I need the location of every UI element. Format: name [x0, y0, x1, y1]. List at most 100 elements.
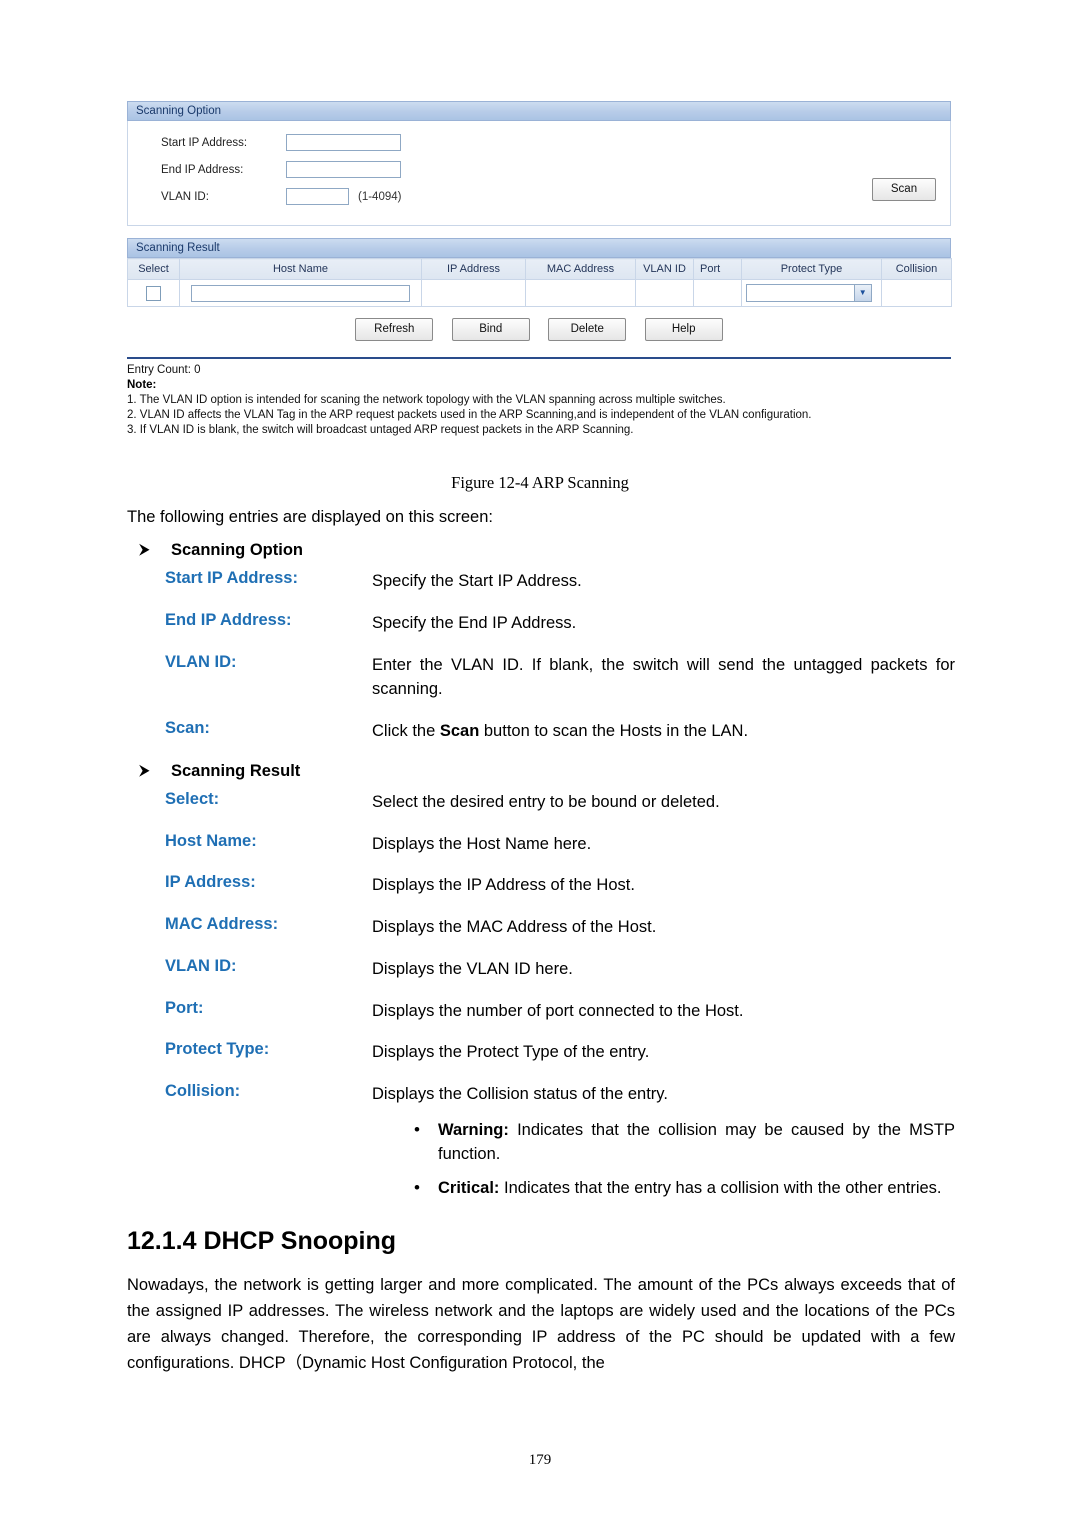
action-button-row: Refresh Bind Delete Help: [127, 318, 951, 341]
sub-bullet-warning-label: Warning:: [438, 1120, 509, 1139]
document-body: The following entries are displayed on t…: [127, 508, 955, 1376]
group-heading-label: Scanning Option: [171, 541, 303, 559]
label-end-ip: End IP Address:: [161, 164, 244, 176]
ui-screenshot: Scanning Option Start IP Address: End IP…: [127, 101, 952, 436]
note-line-3: 3. If VLAN ID is blank, the switch will …: [127, 424, 634, 436]
desc-host-name: Displays the Host Name here.: [372, 834, 592, 853]
sub-bullet-critical-label: Critical:: [438, 1178, 500, 1197]
def-end-ip: End IP Address: Specify the End IP Addre…: [127, 611, 955, 636]
term-protect-type: Protect Type:: [165, 1040, 270, 1059]
section-heading: 12.1.4 DHCP Snooping: [127, 1226, 397, 1255]
def-collision: Collision: Displays the Collision status…: [127, 1082, 955, 1107]
def-host-name: Host Name: Displays the Host Name here.: [127, 832, 955, 857]
intro-text: The following entries are displayed on t…: [127, 508, 493, 526]
term-mac-address: MAC Address:: [165, 915, 279, 933]
scan-button[interactable]: Scan: [872, 178, 936, 201]
desc-collision: Displays the Collision status of the ent…: [372, 1085, 668, 1103]
bullet-dot-icon-2: •: [414, 1177, 420, 1197]
desc-port: Displays the number of port connected to…: [372, 1001, 744, 1020]
def-protect-type: Protect Type: Displays the Protect Type …: [127, 1040, 955, 1065]
col-host-name: Host Name: [179, 258, 422, 280]
term-port: Port:: [165, 998, 204, 1017]
note-title: Note:: [127, 379, 157, 391]
scanning-result-table: Select Host Name IP Address MAC Address …: [127, 258, 952, 307]
def-start-ip: Start IP Address: Specify the Start IP A…: [127, 569, 955, 594]
vlan-range-hint: (1-4094): [358, 191, 402, 203]
col-ip-address: IP Address: [421, 258, 526, 280]
term-collision: Collision:: [165, 1082, 241, 1100]
bind-button[interactable]: Bind: [451, 318, 530, 341]
host-name-input[interactable]: [190, 284, 410, 302]
term-select: Select:: [165, 789, 220, 808]
cell-vlan-id: [635, 279, 694, 307]
scanning-result-panel: Scanning Result Select Host Name IP Addr…: [127, 238, 952, 436]
cell-protect-type: ▼: [741, 279, 882, 307]
label-vlan-id: VLAN ID:: [161, 191, 209, 203]
sub-bullet-critical-text: Indicates that the entry has a collision…: [499, 1178, 942, 1197]
desc-end-ip: Specify the End IP Address.: [372, 613, 577, 632]
cell-ip-address: [421, 279, 526, 307]
col-collision: Collision: [881, 258, 952, 280]
vlan-id-input[interactable]: [286, 188, 349, 205]
scanning-result-title: Scanning Result: [127, 238, 951, 258]
collision-sub-bullets: • Warning: Indicates that the collision m…: [410, 1119, 955, 1201]
desc-select: Select the desired entry to be bound or …: [372, 792, 720, 811]
desc-scan-post: button to scan the Hosts in the LAN.: [479, 722, 749, 740]
def-vlan-id-result: VLAN ID: Displays the VLAN ID here.: [127, 957, 955, 982]
desc-vlan-id-option: Enter the VLAN ID. If blank, the switch …: [372, 655, 955, 699]
table-header-row: Select Host Name IP Address MAC Address …: [127, 258, 952, 280]
desc-protect-type: Displays the Protect Type of the entry.: [372, 1043, 650, 1062]
scanning-option-title: Scanning Option: [127, 101, 951, 121]
cell-host-name: [179, 279, 422, 307]
label-start-ip: Start IP Address:: [161, 137, 248, 149]
col-protect-type: Protect Type: [741, 258, 882, 280]
desc-scan-bold: Scan: [439, 722, 480, 740]
desc-vlan-id-result: Displays the VLAN ID here.: [372, 959, 573, 978]
protect-type-select[interactable]: ▼: [746, 284, 872, 302]
refresh-button[interactable]: Refresh: [355, 318, 434, 341]
page-number: 179: [528, 1452, 552, 1468]
sub-bullet-warning: • Warning: Indicates that the collision m…: [410, 1119, 955, 1167]
end-ip-input[interactable]: [286, 161, 401, 178]
def-select: Select: Select the desired entry to be b…: [127, 790, 955, 815]
note-line-1: 1. The VLAN ID option is intended for sc…: [127, 394, 726, 406]
desc-start-ip: Specify the Start IP Address.: [372, 572, 582, 590]
col-vlan-id: VLAN ID: [635, 258, 694, 280]
cell-mac-address: [525, 279, 636, 307]
col-port: Port: [693, 258, 742, 280]
row-checkbox[interactable]: [146, 285, 161, 301]
def-ip-address: IP Address: Displays the IP Address of t…: [127, 873, 955, 898]
sub-bullet-warning-text: Indicates that the collision may be caus…: [438, 1120, 955, 1163]
start-ip-input[interactable]: [286, 134, 401, 151]
arrow-bullet-icon: ⮞: [139, 541, 150, 558]
desc-mac-address: Displays the MAC Address of the Host.: [372, 918, 657, 936]
chevron-down-icon: ▼: [853, 285, 871, 301]
section-divider: [127, 357, 951, 359]
arrow-bullet-icon-2: ⮞: [139, 761, 150, 779]
term-host-name: Host Name:: [165, 831, 257, 850]
figure-caption: Figure 12-4 ARP Scanning: [451, 473, 629, 492]
desc-ip-address: Displays the IP Address of the Host.: [372, 876, 635, 895]
group-heading-scanning-option: ⮞ Scanning Option: [139, 541, 955, 560]
help-button[interactable]: Help: [644, 318, 723, 341]
cell-collision: [881, 279, 952, 307]
desc-scan-pre: Click the: [372, 722, 440, 740]
scanning-option-body: Start IP Address: End IP Address: VLAN I…: [127, 121, 951, 226]
group-heading-label-2: Scanning Result: [171, 761, 301, 780]
bullet-dot-icon: •: [414, 1119, 420, 1139]
def-mac-address: MAC Address: Displays the MAC Address of…: [127, 915, 955, 940]
entry-count: Entry Count: 0: [127, 364, 201, 376]
group-heading-scanning-result: ⮞ Scanning Result: [139, 762, 955, 781]
def-scan: Scan: Click the Scan button to scan the …: [127, 719, 955, 744]
sub-bullet-critical: • Critical: Indicates that the entry has …: [410, 1177, 955, 1201]
def-vlan-id-option: VLAN ID: Enter the VLAN ID. If blank, th…: [127, 653, 955, 703]
term-vlan-id-option: VLAN ID:: [165, 652, 237, 671]
def-port: Port: Displays the number of port connec…: [127, 999, 955, 1024]
term-scan: Scan:: [165, 719, 210, 737]
term-ip-address: IP Address:: [165, 873, 256, 892]
col-select: Select: [127, 258, 180, 280]
col-mac-address: MAC Address: [525, 258, 636, 280]
desc-scan: Click the Scan button to scan the Hosts …: [372, 719, 955, 744]
term-start-ip: Start IP Address:: [165, 569, 298, 587]
delete-button[interactable]: Delete: [548, 318, 627, 341]
